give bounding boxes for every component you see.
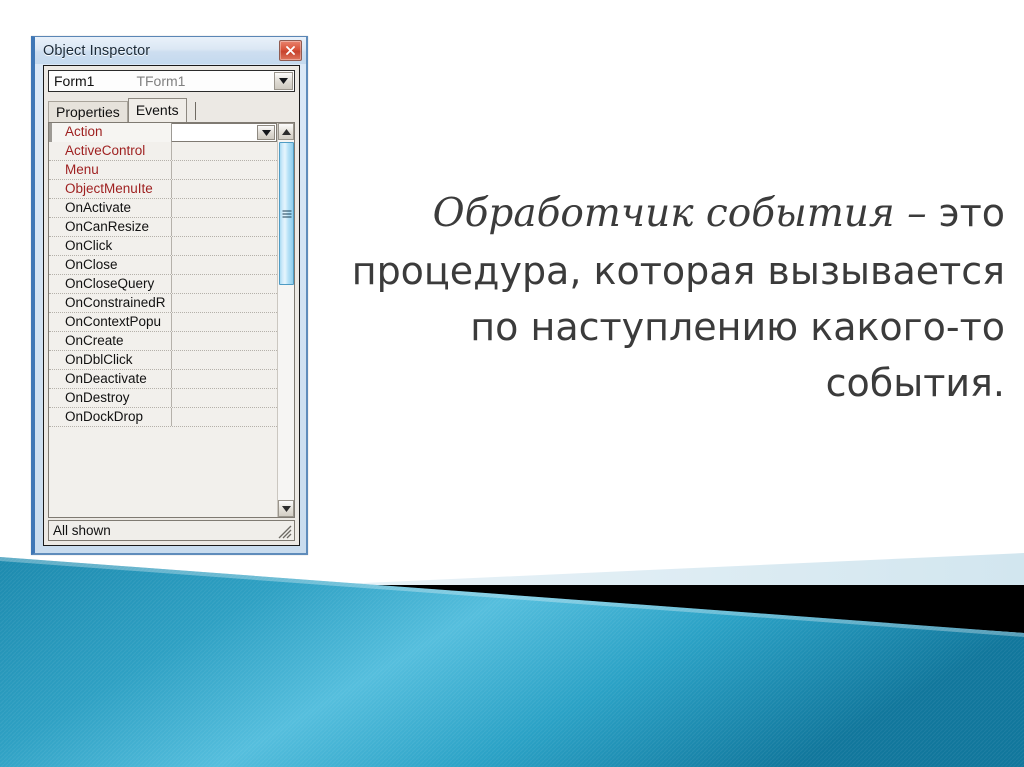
status-text: All shown: [53, 523, 111, 538]
slide-body-text: Обработчик события – это процедура, кото…: [350, 185, 1005, 411]
table-row[interactable]: OnCloseQuery: [49, 275, 277, 294]
property-value[interactable]: [172, 218, 277, 236]
banner-shapes: [0, 553, 1024, 767]
property-name: OnClose: [49, 256, 172, 274]
table-row[interactable]: OnConstrainedR: [49, 294, 277, 313]
table-row[interactable]: OnDblClick: [49, 351, 277, 370]
property-name: ObjectMenuIte: [49, 180, 172, 198]
resize-grip-icon[interactable]: [278, 525, 292, 539]
table-row[interactable]: OnClick: [49, 237, 277, 256]
tab-events[interactable]: Events: [127, 98, 187, 122]
black-wedge: [320, 585, 1024, 633]
close-button[interactable]: [279, 40, 302, 61]
property-grid-rows: Action ActiveControl Menu ObjectMenuIte …: [49, 123, 277, 517]
property-grid: Action ActiveControl Menu ObjectMenuIte …: [48, 122, 295, 518]
inspector-client-area: Form1 TForm1 Properties Events Action Ac…: [43, 65, 300, 546]
scrollbar-thumb[interactable]: [279, 142, 294, 285]
chevron-down-icon: [261, 129, 271, 136]
property-name: Action: [49, 123, 172, 142]
property-value-dropdown-button[interactable]: [257, 125, 275, 140]
property-name: Menu: [49, 161, 172, 179]
window-titlebar[interactable]: Object Inspector: [35, 37, 306, 64]
property-value[interactable]: [172, 142, 277, 160]
property-grid-scrollbar[interactable]: [277, 123, 294, 517]
property-value[interactable]: [172, 351, 277, 369]
property-value[interactable]: [172, 161, 277, 179]
inspector-statusbar: All shown: [48, 520, 295, 541]
property-value[interactable]: [172, 256, 277, 274]
tab-properties[interactable]: Properties: [48, 101, 128, 122]
property-name: OnDeactivate: [49, 370, 172, 388]
inspector-tabstrip: Properties Events: [48, 97, 295, 122]
scrollbar-up-button[interactable]: [278, 123, 294, 140]
property-name: OnDblClick: [49, 351, 172, 369]
table-row[interactable]: OnCanResize: [49, 218, 277, 237]
property-value[interactable]: [172, 332, 277, 350]
property-value[interactable]: [172, 199, 277, 217]
tabstrip-divider: [194, 102, 196, 120]
grip-lines-icon: [282, 208, 291, 219]
component-selector-combo[interactable]: Form1 TForm1: [48, 70, 295, 92]
property-name: OnCreate: [49, 332, 172, 350]
teal-highlight-edge: [0, 557, 1024, 637]
table-row[interactable]: OnDockDrop: [49, 408, 277, 427]
teal-texture: [0, 557, 1024, 767]
property-value[interactable]: [172, 180, 277, 198]
triangle-down-icon: [281, 505, 291, 512]
object-inspector-window: Object Inspector Form1 TForm1 Properties…: [31, 36, 308, 555]
property-name: OnActivate: [49, 199, 172, 217]
scrollbar-track[interactable]: [278, 140, 294, 500]
table-row[interactable]: OnDestroy: [49, 389, 277, 408]
property-name: OnContextPopu: [49, 313, 172, 331]
property-value[interactable]: [172, 294, 277, 312]
property-name: ActiveControl: [49, 142, 172, 160]
table-row[interactable]: OnContextPopu: [49, 313, 277, 332]
table-row[interactable]: Menu: [49, 161, 277, 180]
triangle-up-icon: [281, 128, 291, 135]
window-title: Object Inspector: [43, 42, 151, 59]
component-combo-dropdown-button[interactable]: [274, 72, 293, 90]
property-value[interactable]: [172, 237, 277, 255]
property-value[interactable]: [172, 408, 277, 426]
close-icon: [286, 46, 295, 55]
component-class: TForm1: [136, 73, 186, 89]
chevron-down-icon: [279, 78, 288, 84]
table-row[interactable]: OnClose: [49, 256, 277, 275]
slide-body-lead: Обработчик события –: [432, 191, 927, 236]
property-name: OnDestroy: [49, 389, 172, 407]
property-name: OnClick: [49, 237, 172, 255]
property-name: OnConstrainedR: [49, 294, 172, 312]
property-name: OnDockDrop: [49, 408, 172, 426]
table-row[interactable]: ActiveControl: [49, 142, 277, 161]
property-name: OnCanResize: [49, 218, 172, 236]
table-row[interactable]: OnDeactivate: [49, 370, 277, 389]
scrollbar-down-button[interactable]: [278, 500, 294, 517]
property-value[interactable]: [172, 275, 277, 293]
slide-decoration-banner: [0, 520, 1024, 767]
table-row[interactable]: ObjectMenuIte: [49, 180, 277, 199]
component-name: Form1: [54, 73, 95, 89]
table-row[interactable]: OnActivate: [49, 199, 277, 218]
teal-shape: [0, 557, 1024, 767]
property-name: OnCloseQuery: [49, 275, 172, 293]
pale-blue-wedge: [320, 553, 1024, 585]
property-value[interactable]: [172, 370, 277, 388]
property-value[interactable]: [172, 313, 277, 331]
property-value[interactable]: [172, 123, 277, 142]
property-value[interactable]: [172, 389, 277, 407]
table-row[interactable]: Action: [49, 123, 277, 142]
table-row[interactable]: OnCreate: [49, 332, 277, 351]
